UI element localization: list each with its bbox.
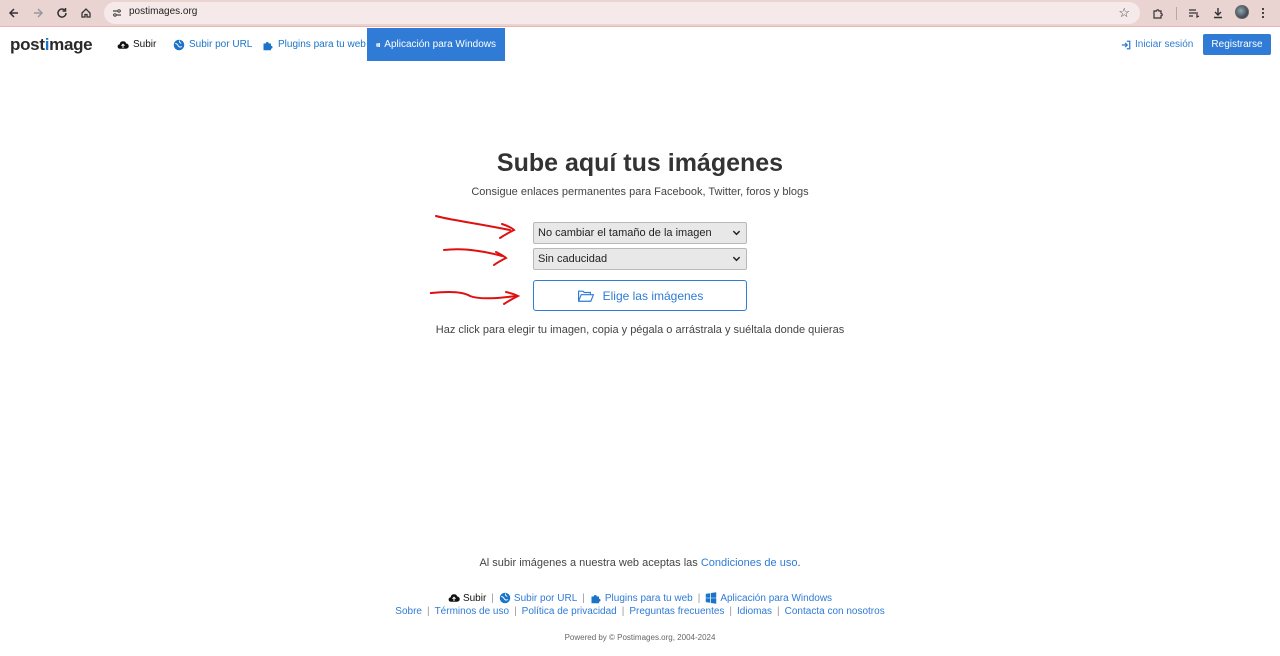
resize-select[interactable]: No cambiar el tamaño de la imagen	[533, 222, 747, 244]
url-text[interactable]: postimages.org	[129, 6, 197, 17]
page-subtitle: Consigue enlaces permanentes para Facebo…	[471, 186, 809, 198]
chevron-down-icon	[732, 256, 741, 262]
reload-icon[interactable]	[52, 4, 72, 22]
terms-notice: Al subir imágenes a nuestra web aceptas …	[479, 557, 801, 569]
footer-about-link[interactable]: Sobre	[395, 606, 422, 617]
footer-terms-link[interactable]: Términos de uso	[435, 606, 509, 617]
forward-icon[interactable]	[28, 4, 48, 22]
site-navbar: postimage Subir Subir por URL Plugins pa…	[0, 28, 1280, 61]
windows-icon	[706, 592, 717, 604]
reading-list-icon[interactable]	[1186, 4, 1202, 22]
folder-open-icon	[577, 290, 594, 302]
footer-separator: |	[777, 606, 780, 617]
cloud-upload-icon	[117, 40, 129, 49]
footer-faq-link[interactable]: Preguntas frecuentes	[629, 606, 724, 617]
footer-upload-link[interactable]: Subir	[448, 592, 486, 604]
puzzle-icon	[263, 41, 273, 50]
footer-nav-primary: Subir | Subir por URL | Plugins para tu …	[0, 592, 1280, 604]
nav-windows-app[interactable]: Aplicación para Windows	[367, 28, 505, 61]
footer-separator: |	[491, 592, 494, 604]
footer-separator: |	[426, 606, 430, 617]
footer-languages-link[interactable]: Idiomas	[737, 606, 772, 617]
globe-icon	[173, 39, 185, 50]
puzzle-icon	[591, 595, 601, 604]
choose-images-button[interactable]: Elige las imágenes	[533, 280, 747, 311]
browser-toolbar: postimages.org ☆	[0, 0, 1280, 27]
windows-icon	[376, 42, 381, 47]
sign-in-icon	[1121, 40, 1131, 49]
home-icon[interactable]	[76, 4, 96, 22]
toolbar-divider	[1176, 7, 1177, 20]
footer-nav-secondary: Sobre | Términos de uso | Política de pr…	[0, 606, 1280, 617]
page-title: Sube aquí tus imágenes	[496, 149, 784, 177]
nav-upload[interactable]: Subir	[117, 28, 156, 61]
footer-plugins-link[interactable]: Plugins para tu web	[590, 592, 693, 604]
footer-privacy-link[interactable]: Política de privacidad	[522, 606, 617, 617]
footer-separator: |	[697, 592, 701, 604]
footer-separator: |	[621, 606, 625, 617]
upload-hint: Haz click para elegir tu imagen, copia y…	[435, 324, 845, 336]
postimage-logo[interactable]: postimage	[10, 35, 93, 55]
globe-icon	[499, 592, 511, 604]
bookmark-star-icon[interactable]: ☆	[1118, 5, 1130, 21]
back-icon[interactable]	[4, 4, 24, 22]
nav-plugins[interactable]: Plugins para tu web	[262, 28, 366, 61]
extensions-icon[interactable]	[1150, 4, 1166, 22]
powered-by: Powered by © Postimages.org, 2004-2024	[564, 633, 716, 642]
login-link[interactable]: Iniciar sesión	[1121, 28, 1193, 61]
profile-avatar[interactable]	[1235, 5, 1249, 19]
menu-dots-icon[interactable]	[1257, 4, 1269, 22]
terms-link[interactable]: Condiciones de uso	[701, 557, 798, 569]
cloud-upload-icon	[448, 594, 460, 602]
footer-separator: |	[514, 606, 517, 617]
footer-separator: |	[729, 606, 733, 617]
annotation-arrows	[430, 215, 520, 305]
footer-upload-url-link[interactable]: Subir por URL	[499, 592, 577, 604]
chevron-down-icon	[732, 230, 741, 236]
footer-contact-link[interactable]: Contacta con nosotros	[785, 606, 885, 617]
site-settings-icon[interactable]	[110, 6, 124, 20]
register-button[interactable]: Registrarse	[1203, 34, 1271, 55]
nav-upload-url[interactable]: Subir por URL	[173, 28, 252, 61]
footer-windows-app-link[interactable]: Aplicación para Windows	[705, 592, 832, 604]
expiry-select[interactable]: Sin caducidad	[533, 248, 747, 270]
download-icon[interactable]	[1210, 4, 1226, 22]
footer-separator: |	[582, 592, 585, 604]
address-bar[interactable]: postimages.org ☆	[104, 2, 1140, 24]
